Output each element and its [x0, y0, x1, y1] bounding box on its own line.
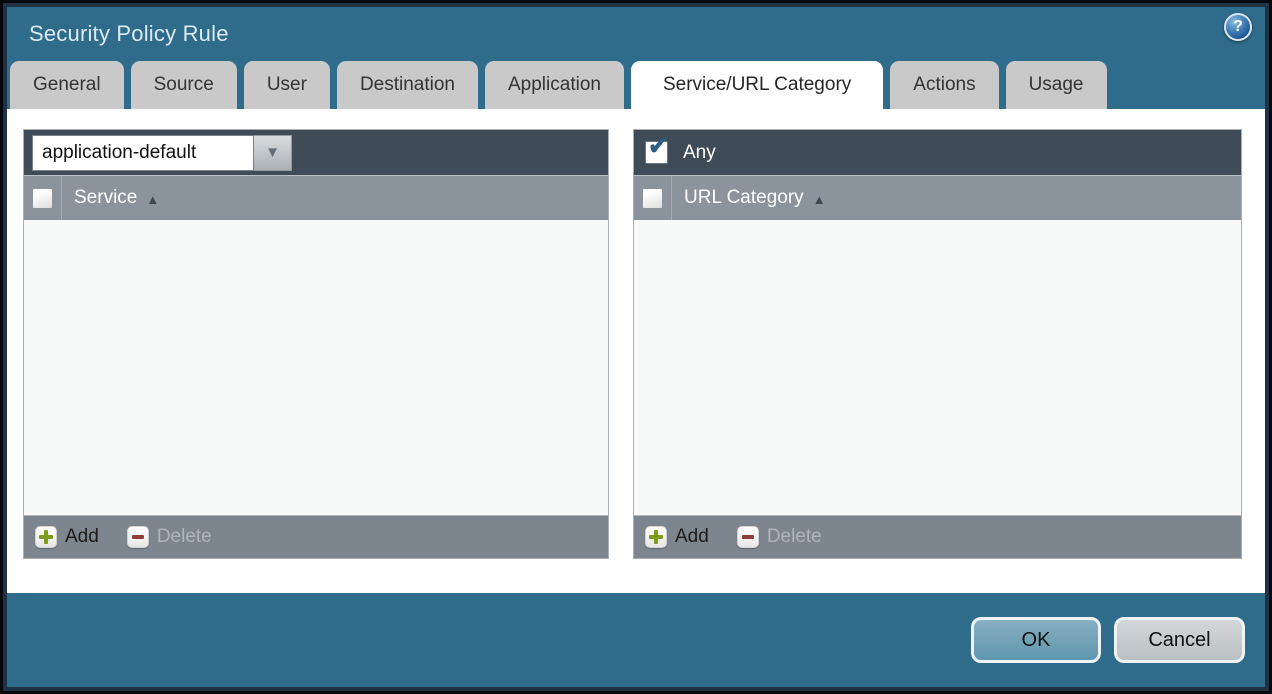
service-column-header[interactable]: Service ▲ [62, 176, 159, 220]
url-category-any-bar: ✔ Any [634, 130, 1241, 175]
service-add-button[interactable]: Add [35, 526, 99, 548]
plus-icon [35, 526, 57, 548]
service-table-header: Service ▲ [24, 175, 608, 220]
tab-service-url-category[interactable]: Service/URL Category [631, 61, 883, 109]
service-dropdown-bar: application-default ▼ [24, 130, 608, 175]
url-category-panel: ✔ Any URL Category ▲ Add [633, 129, 1242, 559]
chevron-down-icon[interactable]: ▼ [254, 135, 292, 171]
tab-usage[interactable]: Usage [1006, 61, 1107, 109]
tab-source[interactable]: Source [131, 61, 237, 109]
url-category-table-footer: Add Delete [634, 515, 1241, 558]
tab-actions[interactable]: Actions [890, 61, 998, 109]
url-category-select-all-checkbox[interactable] [642, 188, 663, 209]
service-panel: application-default ▼ Service ▲ [23, 129, 609, 559]
tab-destination[interactable]: Destination [337, 61, 478, 109]
sort-ascending-icon: ▲ [146, 190, 159, 207]
url-category-table-body [634, 220, 1241, 515]
ok-button[interactable]: OK [971, 617, 1101, 663]
tab-general[interactable]: General [10, 61, 124, 109]
minus-icon [127, 526, 149, 548]
service-type-dropdown[interactable]: application-default ▼ [32, 135, 292, 171]
any-label: Any [683, 142, 716, 164]
url-category-add-button[interactable]: Add [645, 526, 709, 548]
minus-icon [737, 526, 759, 548]
sort-ascending-icon: ▲ [813, 190, 826, 207]
url-category-column-header[interactable]: URL Category ▲ [672, 176, 826, 220]
title-bar: Security Policy Rule ? [7, 7, 1265, 61]
question-mark-icon: ? [1233, 18, 1243, 36]
checkmark-icon: ✔ [648, 135, 668, 159]
tab-strip: General Source User Destination Applicat… [7, 61, 1265, 109]
tab-content: application-default ▼ Service ▲ [7, 109, 1265, 593]
url-category-delete-button[interactable]: Delete [737, 526, 822, 548]
dialog-button-bar: OK Cancel [7, 593, 1265, 687]
service-type-value[interactable]: application-default [32, 135, 254, 171]
any-checkbox[interactable]: ✔ [645, 141, 668, 164]
url-category-table-header: URL Category ▲ [634, 175, 1241, 220]
service-select-all-checkbox[interactable] [32, 188, 53, 209]
dialog-title: Security Policy Rule [29, 21, 229, 47]
service-table-body [24, 220, 608, 515]
security-policy-rule-dialog: Security Policy Rule ? General Source Us… [3, 3, 1269, 691]
cancel-button[interactable]: Cancel [1114, 617, 1245, 663]
service-table-footer: Add Delete [24, 515, 608, 558]
help-button[interactable]: ? [1224, 13, 1252, 41]
plus-icon [645, 526, 667, 548]
tab-user[interactable]: User [244, 61, 330, 109]
tab-application[interactable]: Application [485, 61, 624, 109]
service-delete-button[interactable]: Delete [127, 526, 212, 548]
